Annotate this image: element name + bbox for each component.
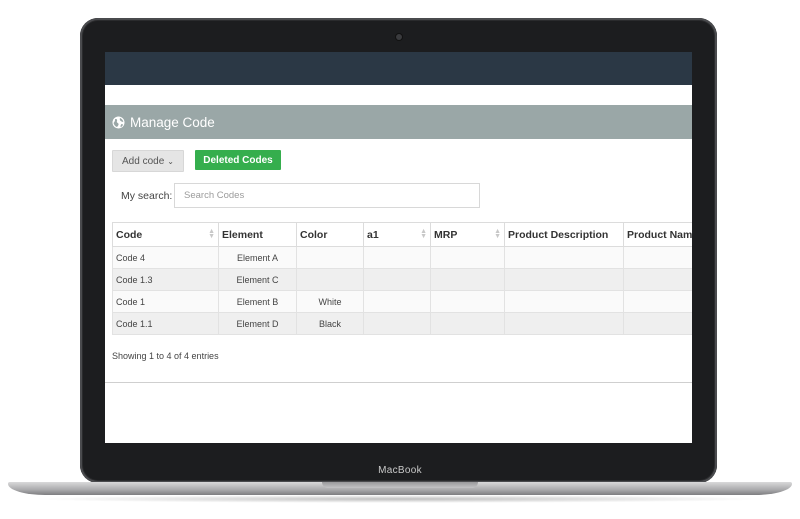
cell-a1 <box>363 246 431 269</box>
search-label: My search: <box>121 190 173 202</box>
sort-icon: ▲ ▼ <box>494 228 501 240</box>
laptop-notch <box>322 482 478 488</box>
sort-icon: ▲ ▼ <box>420 228 427 240</box>
codes-table-container: Code ▲ ▼ Element Color a1 ▲ ▼ MRP ▲ ▼ Product … <box>112 222 692 336</box>
deleted-codes-button[interactable]: Deleted Codes <box>195 150 281 170</box>
top-navbar <box>105 52 692 85</box>
table-info: Showing 1 to 4 of 4 entries <box>112 351 219 361</box>
cell-product-name <box>623 246 692 269</box>
cell-color: Black <box>296 312 364 335</box>
chevron-down-icon: ⌄ <box>167 156 174 166</box>
cell-product-description <box>504 268 624 291</box>
table-row[interactable]: Code 1.3 Element C <box>112 268 692 291</box>
cell-mrp <box>430 246 505 269</box>
device-brand: MacBook <box>378 465 422 476</box>
add-code-label: Add code <box>122 155 165 167</box>
table-header-row: Code ▲ ▼ Element Color a1 ▲ ▼ MRP ▲ ▼ Product … <box>112 222 692 247</box>
cell-element: Element A <box>218 246 297 269</box>
globe-icon <box>112 116 125 129</box>
cell-product-name <box>623 290 692 313</box>
cell-element: Element D <box>218 312 297 335</box>
cell-a1 <box>363 312 431 335</box>
column-header-a1[interactable]: a1 ▲ ▼ <box>363 222 431 247</box>
cell-color <box>296 268 364 291</box>
cell-code: Code 1.3 <box>112 268 219 291</box>
column-header-product-name[interactable]: Product Name <box>623 222 692 247</box>
cell-color: White <box>296 290 364 313</box>
cell-mrp <box>430 312 505 335</box>
cell-code: Code 1.1 <box>112 312 219 335</box>
cell-code: Code 4 <box>112 246 219 269</box>
panel-title: Manage Code <box>130 114 215 130</box>
table-row[interactable]: Code 1 Element B White <box>112 290 692 313</box>
cell-product-description <box>504 246 624 269</box>
sort-icon: ▲ ▼ <box>208 228 215 240</box>
table-row[interactable]: Code 1.1 Element D Black <box>112 312 692 335</box>
camera <box>396 34 402 40</box>
cell-element: Element B <box>218 290 297 313</box>
cell-color <box>296 246 364 269</box>
laptop-shadow <box>30 495 770 503</box>
cell-code: Code 1 <box>112 290 219 313</box>
cell-mrp <box>430 268 505 291</box>
codes-table: Code ▲ ▼ Element Color a1 ▲ ▼ MRP ▲ ▼ Product … <box>112 222 692 335</box>
column-header-code[interactable]: Code ▲ ▼ <box>112 222 219 247</box>
cell-mrp <box>430 290 505 313</box>
table-row[interactable]: Code 4 Element A <box>112 246 692 269</box>
column-header-element[interactable]: Element <box>218 222 297 247</box>
add-code-button[interactable]: Add code ⌄ <box>112 150 184 172</box>
cell-a1 <box>363 268 431 291</box>
column-header-product-description[interactable]: Product Description <box>504 222 624 247</box>
column-header-color[interactable]: Color <box>296 222 364 247</box>
cell-product-description <box>504 290 624 313</box>
cell-element: Element C <box>218 268 297 291</box>
cell-a1 <box>363 290 431 313</box>
screen: Manage Code Add code ⌄ Deleted Codes My … <box>105 52 692 443</box>
search-input[interactable]: Search Codes <box>174 183 480 208</box>
cell-product-description <box>504 312 624 335</box>
cell-product-name <box>623 312 692 335</box>
cell-product-name <box>623 268 692 291</box>
column-header-mrp[interactable]: MRP ▲ ▼ <box>430 222 505 247</box>
divider <box>105 382 692 383</box>
panel-header: Manage Code <box>105 105 692 139</box>
